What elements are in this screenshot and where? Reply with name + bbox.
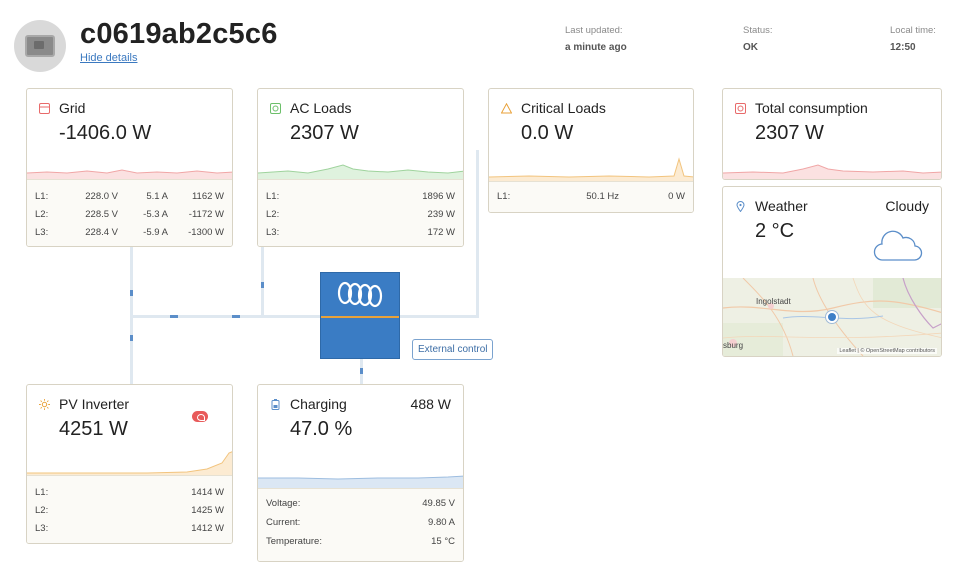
last-updated-value: a minute ago	[565, 42, 627, 53]
total-consumption-sparkline	[723, 164, 941, 179]
map-attribution[interactable]: Leaflet | © OpenStreetMap contributors	[837, 348, 937, 354]
wire-bus	[130, 315, 320, 318]
site-avatar	[14, 20, 66, 72]
critical-loads-value: 0.0 W	[521, 122, 574, 144]
ac-loads-details: L1: 1896 W L2: 239 W L3: 172 W	[258, 179, 463, 246]
last-updated-label: Last updated:	[565, 25, 623, 36]
pv-inverter-value: 4251 W	[59, 418, 128, 440]
external-control-button[interactable]: External control	[412, 339, 494, 360]
weather-map[interactable]: Ingolstadt sburg Leaflet | © OpenStreetM…	[723, 278, 941, 356]
battery-icon	[271, 399, 280, 410]
grid-details: L1: 228.0 V 5.1 A 1162 W L2: 228.5 V -5.…	[27, 179, 232, 246]
critical-loads-row-l1: L1: 50.1 Hz 0 W	[497, 191, 685, 202]
victron-logo-icon	[337, 281, 383, 308]
weather-title: Weather	[755, 198, 808, 214]
ac-loads-row-l3: L3: 172 W	[266, 227, 455, 238]
sun-icon	[39, 399, 50, 410]
status-value: OK	[743, 42, 758, 53]
critical-loads-title: Critical Loads	[521, 100, 606, 116]
location-marker[interactable]	[826, 311, 838, 323]
map-city-label: sburg	[723, 341, 744, 350]
weather-condition: Cloudy	[885, 198, 929, 214]
total-consumption-title: Total consumption	[755, 100, 868, 116]
hide-details-link[interactable]: Hide details	[80, 52, 137, 64]
pv-inverter-title: PV Inverter	[59, 396, 130, 412]
pv-row-l2: L2: 1425 W	[35, 505, 224, 516]
wire-critical-horizontal	[400, 315, 478, 318]
flow-dot	[232, 315, 240, 318]
cloud-icon	[873, 230, 923, 261]
charging-power: 488 W	[410, 396, 451, 412]
ac-loads-title: AC Loads	[290, 100, 352, 116]
ac-loads-icon	[270, 103, 281, 114]
charging-card[interactable]: Charging 488 W 47.0 % Voltage: 49.85 V C…	[257, 384, 464, 562]
local-time-value: 12:50	[890, 42, 916, 53]
charging-row-current: Current: 9.80 A	[266, 517, 455, 528]
critical-loads-sparkline	[489, 157, 693, 181]
grid-sparkline	[27, 169, 232, 179]
pv-sparkline	[27, 451, 232, 475]
charging-title: Charging	[290, 396, 347, 412]
grid-value: -1406.0 W	[59, 122, 152, 144]
ac-loads-sparkline	[258, 164, 463, 179]
ac-loads-row-l2: L2: 239 W	[266, 209, 455, 220]
local-time-label: Local time:	[890, 25, 936, 36]
grid-icon	[39, 103, 50, 114]
grid-row-l3: L3: 228.4 V -5.9 A -1300 W	[35, 227, 224, 238]
map-city-label: Ingolstadt	[756, 297, 791, 306]
critical-loads-card[interactable]: Critical Loads 0.0 W L1: 50.1 Hz 0 W	[488, 88, 694, 213]
grid-row-l2: L2: 228.5 V -5.3 A -1172 W	[35, 209, 224, 220]
charging-row-temperature: Temperature: 15 °C	[266, 536, 455, 547]
flow-dot	[360, 368, 363, 374]
total-consumption-card[interactable]: Total consumption 2307 W	[722, 88, 942, 180]
flow-dot	[261, 282, 264, 288]
grid-title: Grid	[59, 100, 86, 116]
charging-details: Voltage: 49.85 V Current: 9.80 A Tempera…	[258, 488, 463, 561]
total-consumption-value: 2307 W	[755, 122, 824, 144]
flow-dot	[170, 315, 178, 318]
location-pin-icon	[736, 201, 745, 212]
flow-dot	[130, 290, 133, 296]
consumption-icon	[735, 103, 746, 114]
grid-row-l1: L1: 228.0 V 5.1 A 1162 W	[35, 191, 224, 202]
pv-row-l1: L1: 1414 W	[35, 487, 224, 498]
ac-loads-card[interactable]: AC Loads 2307 W L1: 1896 W L2: 239 W L3:…	[257, 88, 464, 247]
device-icon	[25, 35, 55, 57]
status-label: Status:	[743, 25, 773, 36]
ac-loads-value: 2307 W	[290, 122, 359, 144]
grid-card[interactable]: Grid -1406.0 W L1: 228.0 V 5.1 A 1162 W …	[26, 88, 233, 247]
pv-row-l3: L3: 1412 W	[35, 523, 224, 534]
page-title: c0619ab2c5c6	[80, 18, 278, 50]
fronius-badge-icon	[192, 411, 208, 422]
inverter-block[interactable]	[320, 272, 400, 359]
inverter-stripe	[321, 316, 399, 318]
flow-dot	[130, 335, 133, 341]
warning-icon	[501, 103, 512, 114]
charging-row-voltage: Voltage: 49.85 V	[266, 498, 455, 509]
pv-inverter-details: L1: 1414 W L2: 1425 W L3: 1412 W	[27, 475, 232, 543]
wire-critical-vertical	[476, 150, 479, 318]
pv-inverter-card[interactable]: PV Inverter 4251 W L1: 1414 W L2: 1425 W…	[26, 384, 233, 544]
charging-sparkline	[258, 475, 463, 488]
weather-card[interactable]: Weather Cloudy 2 °C Ingolstadt sburg Lea…	[722, 186, 942, 357]
ac-loads-row-l1: L1: 1896 W	[266, 191, 455, 202]
charging-soc: 47.0 %	[290, 418, 353, 440]
critical-loads-details: L1: 50.1 Hz 0 W	[489, 181, 693, 212]
weather-temperature: 2 °C	[755, 220, 795, 242]
